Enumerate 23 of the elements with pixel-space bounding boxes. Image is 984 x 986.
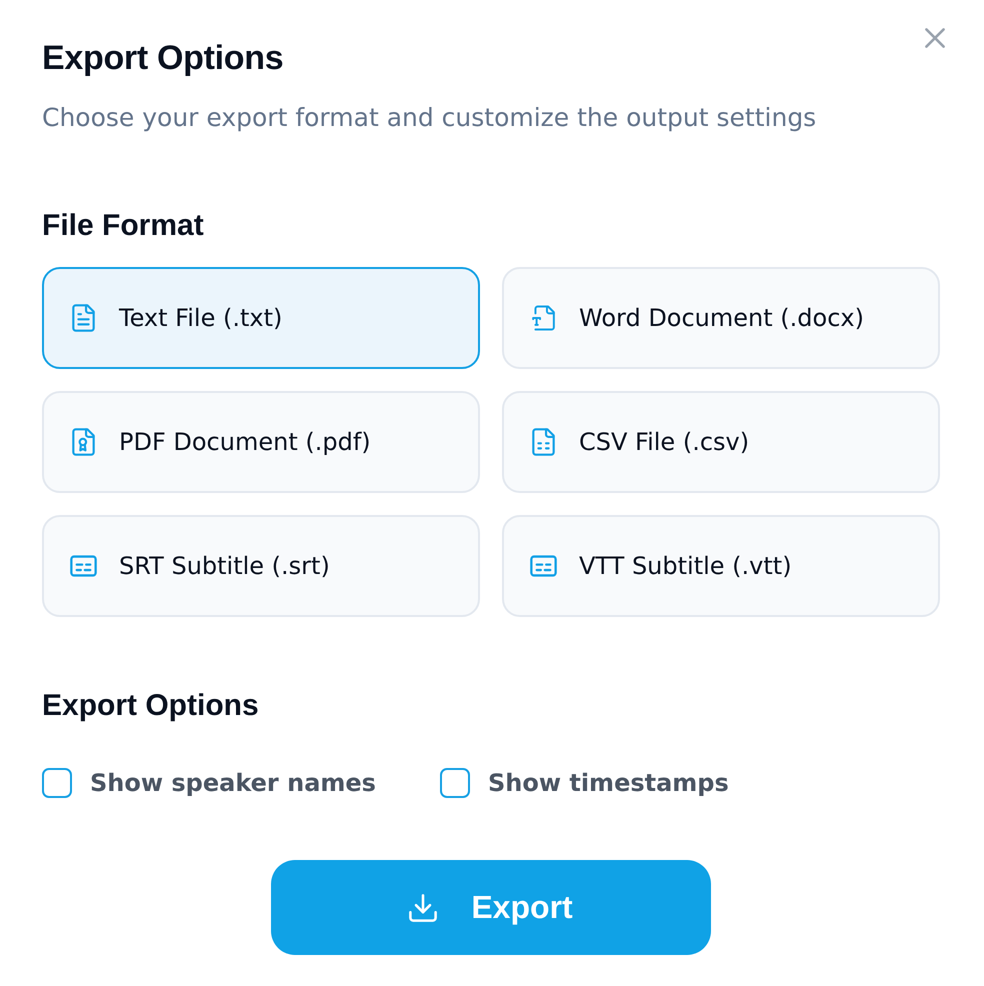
table-document-icon: [532, 428, 555, 456]
close-button[interactable]: [925, 28, 945, 48]
format-option[interactable]: VTT Subtitle (.vtt): [502, 515, 940, 617]
format-option[interactable]: CSV File (.csv): [502, 391, 940, 493]
text-type-document-icon: [532, 304, 555, 332]
dialog-title: Export Options: [42, 38, 284, 78]
section-heading: File Format: [42, 209, 205, 243]
text-document-icon: [72, 304, 95, 332]
format-option[interactable]: SRT Subtitle (.srt): [42, 515, 480, 617]
captions-icon: [70, 555, 97, 577]
badge-document-icon: [72, 428, 95, 456]
checkbox-label: Show timestamps: [488, 768, 729, 799]
download-icon: [409, 894, 438, 922]
captions-icon: [530, 555, 557, 577]
close-icon: [925, 28, 945, 48]
dialog-subtitle: Choose your export format and customize the output settings: [42, 102, 818, 134]
section-heading: Export Options: [42, 689, 260, 723]
checkbox[interactable]: [42, 768, 72, 798]
format-option[interactable]: PDF Document (.pdf): [42, 391, 480, 493]
format-option[interactable]: Text File (.txt): [42, 267, 480, 369]
checkbox[interactable]: [440, 768, 470, 798]
checkbox-label: Show speaker names: [90, 768, 376, 799]
format-option[interactable]: Word Document (.docx): [502, 267, 940, 369]
